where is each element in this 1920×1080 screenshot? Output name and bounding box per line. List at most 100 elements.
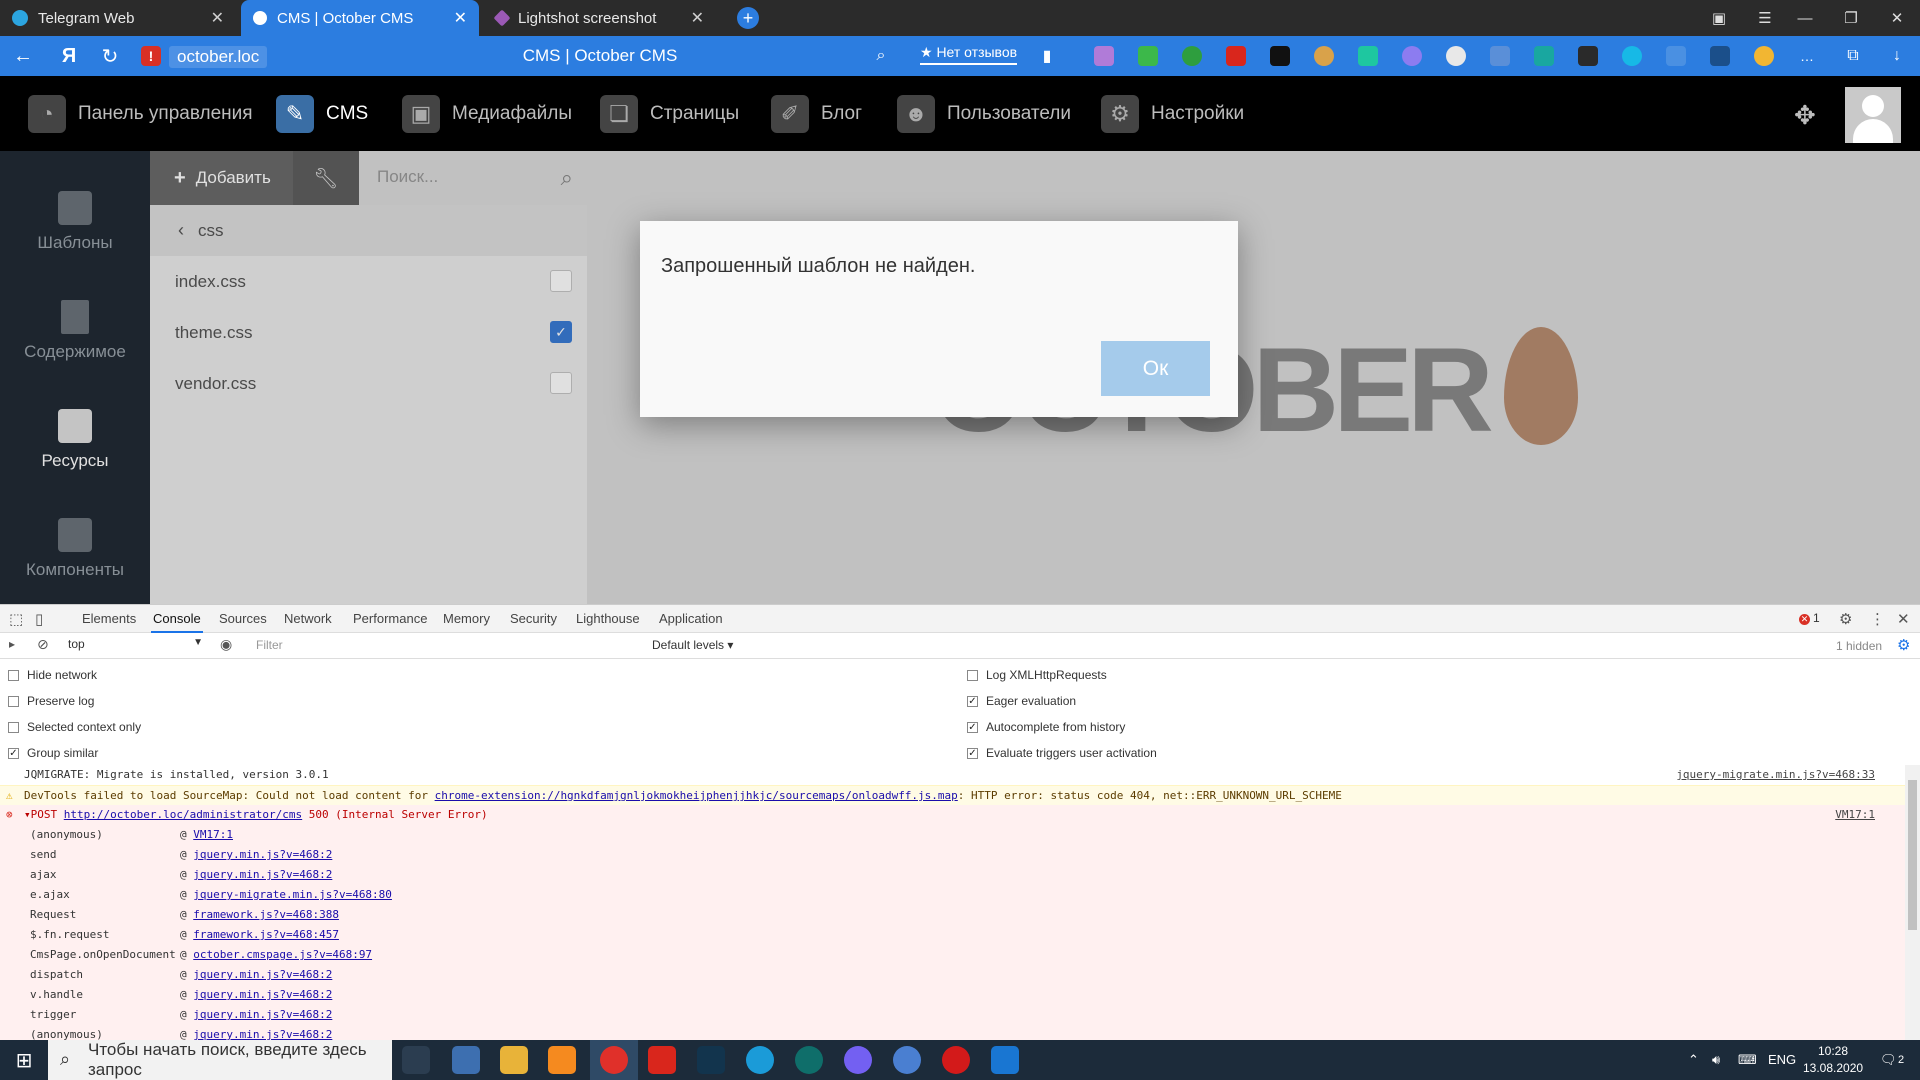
option-preserve-log[interactable]: Preserve log [8, 694, 94, 708]
option-group-similar[interactable]: ✓ Group similar [8, 746, 98, 760]
frame-source[interactable]: october.cmspage.js?v=468:97 [193, 948, 372, 961]
bookmark-icon[interactable]: ▮ [1030, 36, 1064, 76]
sidebar-toggle-icon[interactable]: ▸ [9, 637, 15, 651]
taskbar-search-input[interactable]: ⌕ Чтобы начать поиск, введите здесь запр… [48, 1040, 392, 1080]
app-square-icon[interactable] [991, 1046, 1019, 1074]
store-icon[interactable] [452, 1046, 480, 1074]
menu-item-settings[interactable]: ⚙ Настройки [1101, 76, 1244, 151]
frame-source[interactable]: framework.js?v=468:457 [193, 928, 339, 941]
viber-icon[interactable] [844, 1046, 872, 1074]
insecure-warning-icon[interactable]: ! [141, 46, 161, 66]
vpn-extension-icon[interactable] [1710, 46, 1730, 66]
chevron-up-icon[interactable]: ⌃ [1688, 1040, 1699, 1080]
tab-security[interactable]: Security [508, 605, 559, 633]
yandex-browser-icon[interactable] [600, 1046, 628, 1074]
menu-icon[interactable]: ☰ [1743, 0, 1787, 36]
frame-source[interactable]: jquery.min.js?v=468:2 [193, 988, 332, 1001]
checkbox[interactable] [967, 669, 978, 681]
save-extension-icon[interactable] [1578, 46, 1598, 66]
laptop-extension-icon[interactable] [1270, 46, 1290, 66]
keyboard-icon[interactable]: ⌨ [1738, 1040, 1757, 1080]
qbittorrent-icon[interactable] [893, 1046, 921, 1074]
message-source[interactable]: VM17:1 [1835, 805, 1875, 825]
tab-lightshot[interactable]: Lightshot screenshot ✕ [484, 0, 716, 36]
leaf-extension-icon[interactable] [1534, 46, 1554, 66]
eye-extension-icon[interactable] [1622, 46, 1642, 66]
move-extension-icon[interactable] [1490, 46, 1510, 66]
shield-extension-icon[interactable] [1138, 46, 1158, 66]
checkbox[interactable]: ✓ [8, 747, 19, 759]
menu-item-blog[interactable]: ✐ Блог [771, 76, 862, 151]
edge-icon[interactable] [746, 1046, 774, 1074]
frame-source[interactable]: jquery.min.js?v=468:2 [193, 848, 332, 861]
menu-item-media[interactable]: ▣ Медиафайлы [402, 76, 572, 151]
tab-cms[interactable]: CMS | October CMS ✕ [241, 0, 479, 36]
context-select[interactable]: top ▼ [68, 637, 203, 655]
volume-icon[interactable]: 🔊︎ [1712, 1040, 1720, 1080]
frame-source[interactable]: jquery-migrate.min.js?v=468:80 [193, 888, 392, 901]
notifications-icon[interactable]: 🗨︎ [1880, 1040, 1897, 1080]
feather-extension-icon[interactable] [1094, 46, 1114, 66]
move-icon[interactable]: ✥ [1794, 100, 1816, 131]
lastpass-extension-icon[interactable] [1226, 46, 1246, 66]
clock[interactable]: 10:28 13.08.2020 [1803, 1043, 1863, 1077]
menu-item-pages[interactable]: ❏ Страницы [600, 76, 739, 151]
tab-elements[interactable]: Elements [80, 605, 138, 633]
collections-icon[interactable]: ⧉ [1836, 36, 1870, 76]
option-evaluate-triggers[interactable]: ✓ Evaluate triggers user activation [967, 746, 1157, 760]
frame-source[interactable]: jquery.min.js?v=468:2 [193, 968, 332, 981]
more-extensions-icon[interactable]: … [1790, 36, 1824, 76]
clear-console-icon[interactable]: ⊘ [37, 636, 49, 653]
windows-start-icon[interactable]: ⊞ [0, 1040, 48, 1080]
yandex-icon[interactable]: Я [52, 36, 86, 76]
message-source[interactable]: jquery-migrate.min.js?v=468:33 [1676, 765, 1875, 785]
option-selected-context[interactable]: Selected context only [8, 720, 141, 734]
flower-extension-icon[interactable] [1754, 46, 1774, 66]
settings-gear-icon[interactable]: ⚙ [1897, 636, 1910, 654]
request-url[interactable]: http://october.loc/administrator/cms [64, 808, 302, 821]
frame-source[interactable]: jquery.min.js?v=468:2 [193, 1008, 332, 1021]
scrollbar-thumb[interactable] [1908, 780, 1917, 930]
more-icon[interactable]: ⋮ [1870, 610, 1885, 628]
tab-telegram[interactable]: Telegram Web ✕ [0, 0, 236, 36]
tab-network[interactable]: Network [282, 605, 334, 633]
close-icon[interactable]: ✕ [454, 8, 467, 28]
gear-icon[interactable]: ⚙ [1839, 610, 1852, 628]
language-indicator[interactable]: ENG [1768, 1040, 1796, 1080]
eye-icon[interactable]: ◉ [220, 636, 232, 653]
cookie-extension-icon[interactable] [1314, 46, 1334, 66]
levels-dropdown[interactable]: Default levels ▾ [652, 638, 733, 652]
restore-button[interactable]: ❐ [1829, 0, 1873, 36]
record-extension-icon[interactable] [1446, 46, 1466, 66]
close-icon[interactable]: ✕ [691, 8, 704, 28]
downloads-icon[interactable]: ↓ [1880, 36, 1914, 76]
device-toolbar-icon[interactable]: ▯ [35, 610, 43, 628]
reload-icon[interactable]: ↻ [93, 36, 127, 76]
checkbox[interactable]: ✓ [967, 695, 978, 707]
minimize-button[interactable]: — [1783, 0, 1827, 36]
frame-source[interactable]: VM17:1 [193, 828, 233, 841]
checkbox[interactable] [8, 721, 19, 733]
menu-item-dashboard[interactable]: ◔ Панель управления [28, 76, 253, 151]
close-window-button[interactable]: ✕ [1875, 0, 1919, 36]
console-error[interactable]: ⊗ ▾POST http://october.loc/administrator… [0, 805, 1905, 825]
tabs-overview-icon[interactable]: ▣ [1697, 0, 1741, 36]
menu-item-users[interactable]: ☻ Пользователи [897, 76, 1071, 151]
option-eager-eval[interactable]: ✓ Eager evaluation [967, 694, 1076, 708]
inspect-icon[interactable]: ⬚ [9, 610, 23, 628]
avatar[interactable] [1845, 87, 1901, 143]
explorer-icon[interactable] [500, 1046, 528, 1074]
sublime-icon[interactable] [548, 1046, 576, 1074]
frame-source[interactable]: framework.js?v=468:388 [193, 908, 339, 921]
tab-lighthouse[interactable]: Lighthouse [574, 605, 642, 633]
cjs-extension-icon[interactable] [1666, 46, 1686, 66]
address-bar[interactable]: october.loc [169, 46, 268, 68]
error-counter[interactable]: ✕ 1 [1799, 611, 1820, 625]
photoshop-icon[interactable] [697, 1046, 725, 1074]
plant-extension-icon[interactable] [1358, 46, 1378, 66]
option-autocomplete[interactable]: ✓ Autocomplete from history [967, 720, 1125, 734]
tab-sources[interactable]: Sources [217, 605, 269, 633]
checkbox[interactable]: ✓ [967, 747, 978, 759]
app-c-icon[interactable] [795, 1046, 823, 1074]
menu-item-cms[interactable]: ✎ CMS [276, 76, 368, 151]
